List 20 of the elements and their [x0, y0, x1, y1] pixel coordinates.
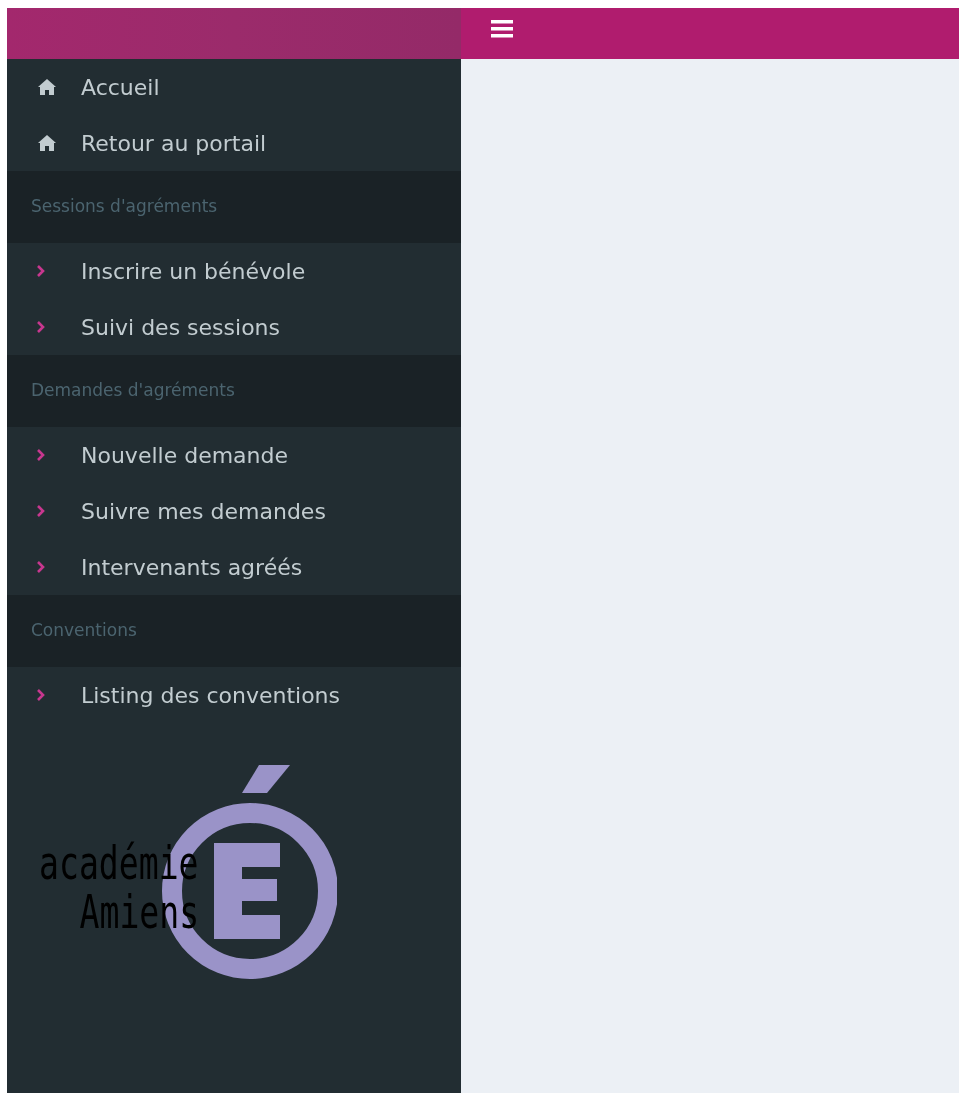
sidebar-item[interactable]: Nouvelle demande: [7, 427, 461, 483]
chevron-icon: [37, 561, 45, 573]
chevron-icon: [37, 505, 45, 517]
section-header: Conventions: [31, 619, 137, 643]
menu-icon[interactable]: [491, 20, 513, 38]
section-header: Demandes d'agréments: [31, 379, 235, 403]
chevron-icon: [37, 689, 45, 701]
chevron-icon: [37, 449, 45, 461]
chevron-icon: [37, 321, 45, 333]
sidebar-item[interactable]: Intervenants agréés: [7, 539, 461, 595]
sidebar-item[interactable]: Suivi des sessions: [7, 299, 461, 355]
sidebar-item[interactable]: Inscrire un bénévole: [7, 243, 461, 299]
sidebar-item[interactable]: Accueil: [7, 59, 461, 115]
sidebar-item[interactable]: Listing des conventions: [7, 667, 461, 723]
sidebar-item[interactable]: Retour au portail: [7, 115, 461, 171]
home-icon: [37, 134, 57, 152]
home-icon: [37, 78, 57, 96]
sidebar-item[interactable]: Suivre mes demandes: [7, 483, 461, 539]
chevron-icon: [37, 265, 45, 277]
section-header: Sessions d'agréments: [31, 195, 218, 219]
